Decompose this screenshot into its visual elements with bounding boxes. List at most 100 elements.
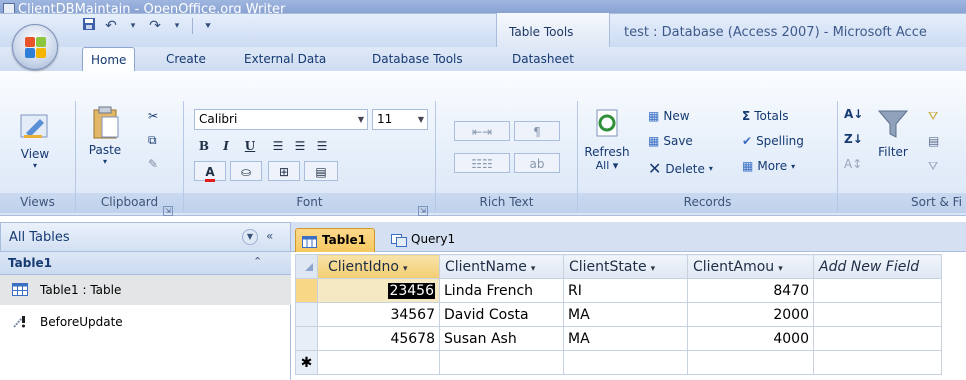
cell-clientidno[interactable]: 23456 [317, 278, 440, 303]
clipboard-dialog-launcher[interactable]: ⇲ [163, 206, 173, 216]
column-header-clientidno[interactable]: ClientIdno ▾ [317, 254, 440, 279]
office-button[interactable] [12, 24, 58, 70]
highlight-icon[interactable]: ab [514, 153, 560, 173]
align-right-icon[interactable]: ☰ [312, 135, 332, 155]
cell-clientname[interactable]: Linda French [439, 278, 564, 303]
column-dropdown-icon[interactable]: ▾ [651, 264, 656, 274]
advanced-filter-icon[interactable]: ▤ [928, 134, 939, 148]
sort-ascending-icon[interactable]: A↓ [844, 107, 863, 121]
cell-clientstate[interactable]: MA [563, 326, 688, 351]
sort-descending-icon[interactable]: Z↓ [844, 132, 863, 146]
records-group-label: Records [578, 193, 837, 213]
cell-add-new-field[interactable] [813, 350, 942, 375]
cell-clientstate[interactable]: MA [563, 302, 688, 327]
table-row[interactable]: 45678 Susan Ash MA 4000 [295, 326, 942, 351]
save-icon[interactable] [80, 17, 98, 35]
font-family-combo[interactable]: Calibri ▼ [194, 109, 368, 130]
tab-datasheet[interactable]: Datasheet [504, 47, 582, 71]
cell-clientidno[interactable] [317, 350, 440, 375]
table-row[interactable]: 23456 Linda French RI 8470 [295, 278, 942, 303]
tab-create[interactable]: Create [158, 47, 214, 71]
column-dropdown-icon[interactable]: ▾ [778, 264, 783, 274]
column-header-clientamount[interactable]: ClientAmou ▾ [687, 254, 814, 279]
row-selector[interactable] [295, 302, 318, 327]
select-all-corner[interactable] [295, 254, 318, 279]
customize-qat-icon[interactable]: ⯆ [199, 21, 217, 32]
fill-color-button[interactable]: ⛀ [230, 161, 262, 181]
format-painter-icon[interactable]: ✎ [148, 157, 158, 171]
copy-icon[interactable]: ⧉ [148, 133, 157, 148]
new-record-row[interactable]: ✱ [295, 350, 942, 375]
nav-item-beforeupdate[interactable]: BeforeUpdate [0, 307, 291, 337]
column-header-clientstate[interactable]: ClientState ▾ [563, 254, 688, 279]
shutter-bar-close-icon[interactable]: « [266, 229, 273, 243]
clear-sort-icon[interactable]: A↕ [844, 157, 862, 171]
cell-clientamount[interactable] [687, 350, 814, 375]
cell-add-new-field[interactable] [813, 302, 942, 327]
filter-button[interactable]: Filter [870, 107, 916, 159]
cell-add-new-field[interactable] [813, 326, 942, 351]
cell-clientname[interactable]: Susan Ash [439, 326, 564, 351]
undo-icon[interactable]: ↶ [102, 18, 120, 34]
doc-tab-table1[interactable]: Table1 [295, 228, 375, 252]
cell-clientidno[interactable]: 34567 [317, 302, 440, 327]
nav-header[interactable]: All Tables ▼ « [0, 222, 291, 252]
column-header-clientname[interactable]: ClientName ▾ [439, 254, 564, 279]
save-record-button[interactable]: ▦ Save [648, 134, 693, 148]
row-selector[interactable] [295, 326, 318, 351]
paste-button[interactable]: Paste ▾ [82, 105, 128, 166]
totals-button[interactable]: Σ Totals [742, 109, 788, 123]
cell-clientname[interactable] [439, 350, 564, 375]
cell-clientamount[interactable]: 2000 [687, 302, 814, 327]
spelling-icon: ✔ [742, 134, 753, 148]
column-dropdown-icon[interactable]: ▾ [403, 264, 408, 274]
tab-database-tools[interactable]: Database Tools [364, 47, 471, 71]
undo-dropdown-icon[interactable]: ▾ [124, 21, 142, 31]
font-size-combo[interactable]: 11 ▼ [372, 109, 428, 130]
spelling-button[interactable]: ✔ Spelling [742, 134, 804, 148]
italic-button[interactable]: I [216, 135, 236, 155]
toggle-filter-icon[interactable]: ⛛ [928, 159, 938, 174]
cell-clientname[interactable]: David Costa [439, 302, 564, 327]
font-dialog-launcher[interactable]: ⇲ [418, 206, 428, 216]
table-tools-label: Table Tools [509, 25, 574, 39]
cell-clientstate[interactable]: RI [563, 278, 688, 303]
new-record-button[interactable]: ▦ New [648, 109, 690, 123]
more-button[interactable]: ▦ More ▾ [742, 159, 795, 173]
column-header-add-new-field[interactable]: Add New Field [813, 254, 942, 279]
row-selector-current[interactable] [295, 278, 318, 303]
font-color-button[interactable]: A [194, 161, 226, 182]
view-button[interactable]: View ▾ [10, 109, 60, 170]
align-center-icon[interactable]: ☰ [290, 135, 310, 155]
bold-button[interactable]: B [194, 135, 214, 155]
view-dropdown-icon: ▾ [32, 161, 37, 170]
list-buttons[interactable]: ☷☷ [454, 153, 510, 173]
redo-dropdown-icon[interactable]: ▾ [168, 21, 186, 31]
collapse-group-icon[interactable]: ⌃ [253, 255, 262, 268]
align-left-icon[interactable]: ☰ [268, 135, 288, 155]
cell-clientamount[interactable]: 4000 [687, 326, 814, 351]
table-row[interactable]: 34567 David Costa MA 2000 [295, 302, 942, 327]
cut-icon[interactable]: ✂ [148, 109, 158, 123]
cell-clientamount[interactable]: 8470 [687, 278, 814, 303]
nav-menu-dropdown-icon[interactable]: ▼ [242, 229, 258, 245]
doc-tab-query1[interactable]: Query1 [385, 228, 463, 252]
indent-buttons[interactable]: ⇤⇥ [454, 121, 510, 141]
delete-record-button[interactable]: ✕ Delete ▾ [648, 159, 713, 178]
gridlines-button[interactable]: ⊞ [268, 161, 300, 181]
underline-button[interactable]: U [240, 135, 260, 155]
nav-group-header[interactable]: Table1 ⌃ [0, 252, 291, 275]
tab-home[interactable]: Home [82, 47, 136, 72]
redo-icon[interactable]: ↷ [146, 18, 164, 34]
column-dropdown-icon[interactable]: ▾ [531, 264, 536, 274]
nav-item-table1[interactable]: Table1 : Table [0, 275, 291, 305]
new-record-marker-icon[interactable]: ✱ [295, 350, 318, 375]
cell-clientidno[interactable]: 45678 [317, 326, 440, 351]
paragraph-direction-icon[interactable]: ¶ [514, 121, 560, 141]
alternate-fill-button[interactable]: ▤ [304, 161, 338, 181]
tab-external-data[interactable]: External Data [236, 47, 334, 71]
refresh-all-button[interactable]: Refresh All ▾ [582, 107, 632, 172]
selection-filter-icon[interactable]: ⛛ [928, 109, 938, 124]
cell-add-new-field[interactable] [813, 278, 942, 303]
cell-clientstate[interactable] [563, 350, 688, 375]
